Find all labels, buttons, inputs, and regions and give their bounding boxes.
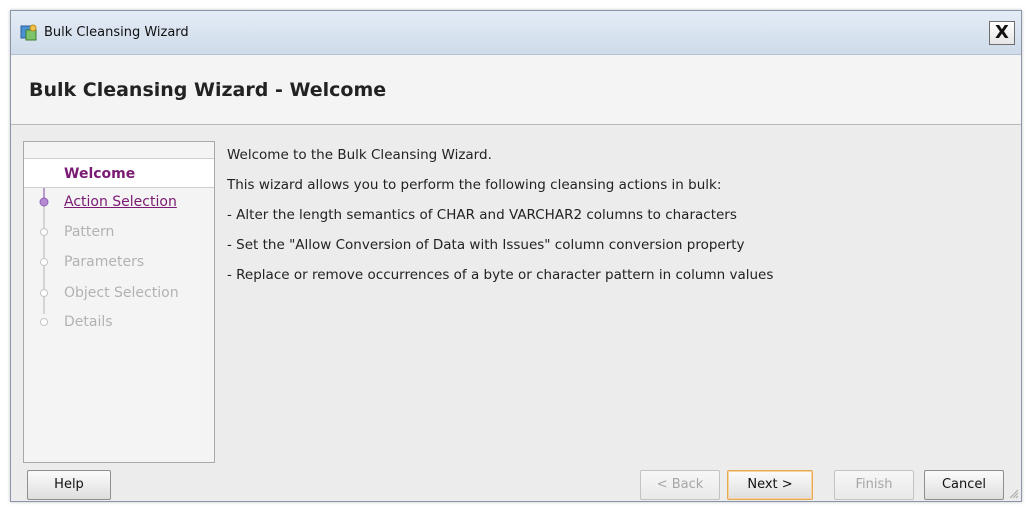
step-welcome[interactable]: Welcome [24,158,214,188]
next-button-label: Next > [747,477,793,492]
step-object-selection: Object Selection [64,285,179,301]
window-title: Bulk Cleansing Wizard [44,25,189,40]
back-button[interactable]: < Back [640,470,720,500]
wizard-window: Bulk Cleansing Wizard X Bulk Cleansing W… [10,10,1022,502]
wizard-step-train: Welcome Action Selection Pattern Paramet… [23,141,215,463]
help-button[interactable]: Help [27,470,111,500]
action-item: - Replace or remove occurrences of a byt… [227,267,774,283]
welcome-text: Welcome to the Bulk Cleansing Wizard. [227,147,492,163]
step-pattern: Pattern [64,224,115,240]
next-button[interactable]: Next > [727,470,813,500]
finish-button[interactable]: Finish [834,470,914,500]
finish-button-label: Finish [855,477,893,492]
action-item: - Set the "Allow Conversion of Data with… [227,237,745,253]
cancel-button[interactable]: Cancel [924,470,1004,500]
step-details: Details [64,314,113,330]
welcome-content: Welcome to the Bulk Cleansing Wizard. Th… [227,141,1009,461]
title-bar: Bulk Cleansing Wizard X [11,11,1021,55]
intro-text: This wizard allows you to perform the fo… [227,177,722,193]
action-item: - Alter the length semantics of CHAR and… [227,207,737,223]
page-title: Bulk Cleansing Wizard - Welcome [29,79,387,101]
wizard-header: Bulk Cleansing Wizard - Welcome [11,55,1021,125]
help-button-label: Help [54,477,84,492]
resize-grip-icon[interactable] [1007,487,1019,499]
step-parameters: Parameters [64,254,145,270]
wizard-app-icon [20,24,37,41]
back-button-label: < Back [656,477,704,492]
step-action-selection[interactable]: Action Selection [24,187,214,217]
cancel-button-label: Cancel [941,477,987,492]
close-icon[interactable]: X [989,21,1015,45]
